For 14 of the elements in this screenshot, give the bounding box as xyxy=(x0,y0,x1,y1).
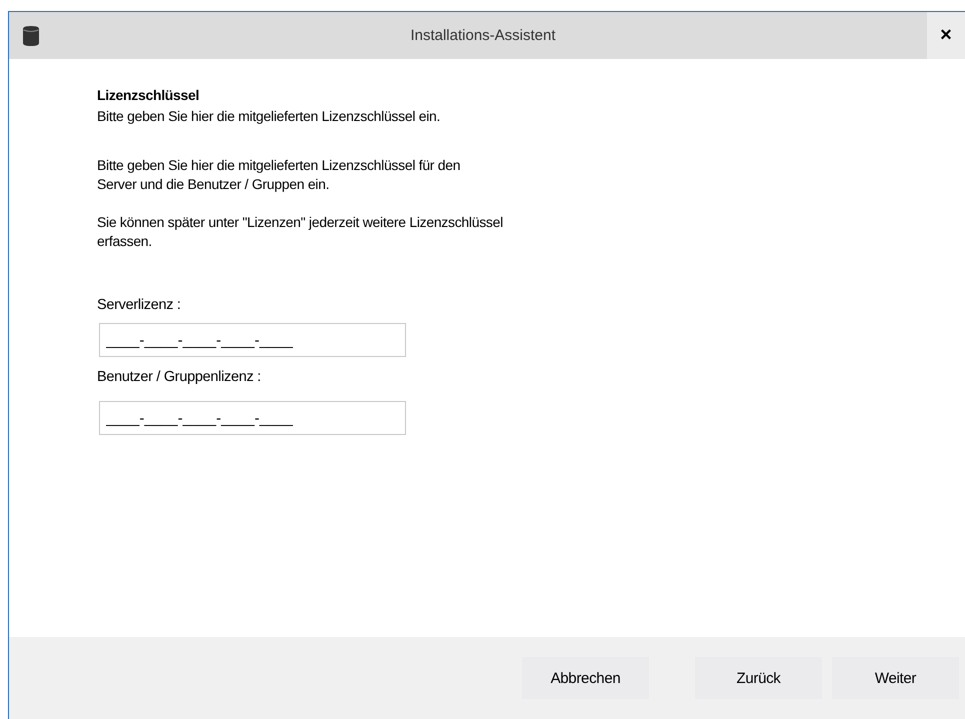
field-label: Benutzer / Gruppenlizenz : xyxy=(97,369,262,385)
dialog-button[interactable]: Weiter xyxy=(832,657,959,699)
page-heading: Lizenzschlüssel xyxy=(97,87,200,103)
window-title: Installations-Assistent xyxy=(409,27,557,44)
close-button[interactable]: × xyxy=(927,12,965,59)
license-key-field[interactable]: ____-____-____-____-____ xyxy=(99,323,406,357)
database-icon xyxy=(23,26,39,46)
description-paragraph: Sie können später unter "Lizenzen" jederzeit weitere Lizenzschlüssel erfassen. xyxy=(97,213,504,251)
dialog-button[interactable]: Abbrechen xyxy=(522,657,649,699)
dialog-button[interactable]: Zurück xyxy=(695,657,822,699)
page-subtitle: Bitte geben Sie hier die mitgelieferten Lizenzschlüssel ein. xyxy=(97,107,442,126)
field-label: Serverlizenz : xyxy=(97,297,182,313)
description-paragraph: Bitte geben Sie hier die mitgelieferten Lizenzschlüssel für den Server und die Benutzer / Gruppen ein. xyxy=(97,156,462,194)
license-key-field[interactable]: ____-____-____-____-____ xyxy=(99,401,406,435)
